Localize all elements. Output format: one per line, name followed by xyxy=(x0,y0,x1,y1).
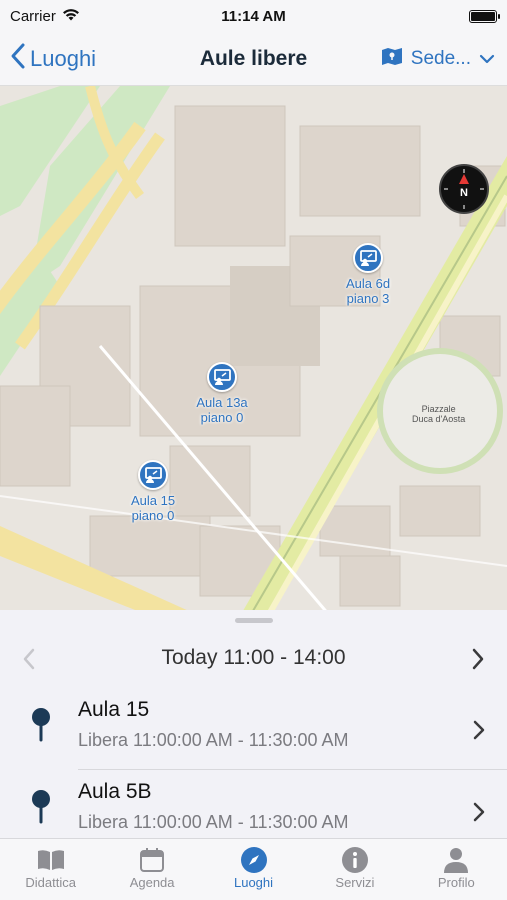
date-range-selector: Today 11:00 - 14:00 xyxy=(0,638,507,678)
date-range-label[interactable]: Today 11:00 - 14:00 xyxy=(161,646,345,670)
map-marker-aula-15[interactable]: Aula 15 piano 0 xyxy=(113,460,193,523)
room-availability: Libera 11:00:00 AM - 11:30:00 AM xyxy=(78,730,349,750)
tab-label: Profilo xyxy=(437,875,475,890)
back-button[interactable]: Luoghi xyxy=(10,42,96,76)
chevron-down-icon xyxy=(479,48,495,70)
sheet-drag-handle[interactable] xyxy=(235,618,273,623)
compass-letter: N xyxy=(460,187,468,199)
chevron-right-icon xyxy=(473,802,485,827)
chevron-left-icon xyxy=(10,42,30,76)
status-left: Carrier xyxy=(10,8,80,25)
compass-icon: N xyxy=(444,169,484,209)
previous-period-button[interactable] xyxy=(22,648,36,675)
map-icon xyxy=(381,46,403,72)
tab-label: Servizi xyxy=(335,875,375,890)
wifi-icon xyxy=(62,8,80,25)
navigation-bar: Luoghi Aule libere Sede... xyxy=(0,32,507,86)
bottom-sheet: Today 11:00 - 14:00 Aula 15 Libera 11:00… xyxy=(0,610,507,840)
status-bar: Carrier 11:14 AM xyxy=(0,0,507,32)
tab-didattica[interactable]: Didattica xyxy=(0,839,101,900)
map-background xyxy=(0,86,507,616)
chevron-left-icon xyxy=(23,648,35,670)
map-view[interactable]: Piazzale Duca d'Aosta Aula 6d piano 3 Au… xyxy=(0,86,507,616)
chevron-right-icon xyxy=(473,720,485,745)
classroom-icon xyxy=(353,243,383,273)
info-icon xyxy=(341,845,369,875)
person-icon xyxy=(443,845,469,875)
room-name: Aula 5B xyxy=(78,780,152,803)
list-item[interactable]: Aula 15 Libera 11:00:00 AM - 11:30:00 AM xyxy=(0,688,507,770)
classroom-icon xyxy=(138,460,168,490)
tab-profilo[interactable]: Profilo xyxy=(406,839,507,900)
back-label: Luoghi xyxy=(30,45,97,71)
room-name: Aula 15 xyxy=(78,698,150,721)
marker-label: Aula 15 piano 0 xyxy=(130,493,176,523)
calendar-icon xyxy=(139,845,165,875)
map-marker-aula-6d[interactable]: Aula 6d piano 3 xyxy=(328,243,408,306)
book-icon xyxy=(36,845,66,875)
tab-label: Didattica xyxy=(25,875,76,890)
status-time: 11:14 AM xyxy=(221,7,286,25)
compass-icon xyxy=(240,845,268,875)
campus-selector[interactable]: Sede... xyxy=(381,46,495,72)
campus-selector-label: Sede... xyxy=(410,47,471,69)
pin-icon xyxy=(30,788,52,829)
carrier-label: Carrier xyxy=(10,7,56,25)
marker-label: Aula 6d piano 3 xyxy=(345,276,391,306)
page-title: Aule libere xyxy=(199,46,308,70)
tab-label: Agenda xyxy=(129,875,175,890)
tab-label: Luoghi xyxy=(233,875,274,890)
tab-servizi[interactable]: Servizi xyxy=(304,839,405,900)
tab-agenda[interactable]: Agenda xyxy=(101,839,202,900)
room-availability: Libera 11:00:00 AM - 11:30:00 AM xyxy=(78,812,349,832)
battery-icon xyxy=(469,9,500,23)
tab-luoghi[interactable]: Luoghi xyxy=(203,839,304,900)
piazzale-label: Piazzale Duca d'Aosta xyxy=(412,404,466,424)
tab-bar: Didattica Agenda Luoghi Servizi Profilo xyxy=(0,838,507,900)
pin-icon xyxy=(30,706,52,747)
compass-button[interactable]: N xyxy=(439,164,489,214)
map-marker-aula-13a[interactable]: Aula 13a piano 0 xyxy=(182,362,262,425)
classroom-icon xyxy=(207,362,237,392)
chevron-right-icon xyxy=(472,648,484,670)
marker-label: Aula 13a piano 0 xyxy=(196,395,248,425)
next-period-button[interactable] xyxy=(471,648,485,675)
